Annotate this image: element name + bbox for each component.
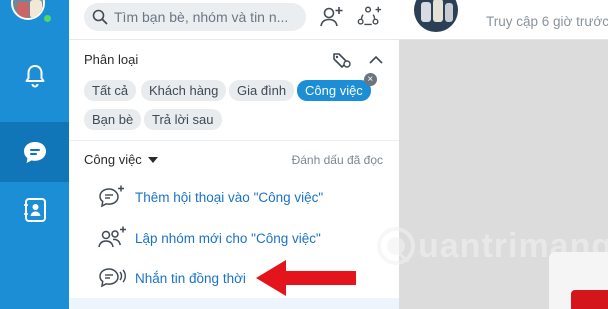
close-icon[interactable]: × bbox=[363, 73, 377, 86]
nav-notifications[interactable] bbox=[0, 46, 69, 106]
contacts-book-icon bbox=[23, 198, 46, 222]
chip-reply-later[interactable]: Trả lời sau bbox=[144, 109, 222, 130]
chip-work-label: Công việc bbox=[305, 83, 363, 98]
collapse-categories-button[interactable] bbox=[365, 49, 387, 71]
list-bottom-strip bbox=[69, 298, 399, 309]
add-friend-icon bbox=[320, 7, 343, 27]
chip-family[interactable]: Gia đình bbox=[229, 80, 295, 101]
watermark-logo-icon bbox=[377, 227, 415, 265]
search-box[interactable] bbox=[84, 3, 306, 31]
nav-messages[interactable] bbox=[0, 122, 69, 182]
add-conversation-action[interactable]: Thêm hội thoại vào "Công việc" bbox=[97, 183, 323, 211]
search-bar-area bbox=[69, 0, 399, 40]
group-add-icon bbox=[98, 226, 126, 248]
chat-image-thumbnail[interactable] bbox=[549, 252, 608, 309]
create-group-action[interactable]: Lập nhóm mới cho "Công việc" bbox=[97, 224, 321, 252]
broadcast-message-label: Nhắn tin đồng thời bbox=[135, 270, 246, 286]
section-title: Công việc bbox=[84, 152, 142, 167]
chat-header: Truy cập 6 giờ trước bbox=[399, 0, 608, 40]
left-nav-rail bbox=[0, 0, 69, 309]
create-group-button[interactable] bbox=[356, 5, 382, 29]
online-status-dot bbox=[43, 14, 52, 23]
add-friend-button[interactable] bbox=[319, 5, 345, 29]
chat-avatar[interactable] bbox=[414, 0, 458, 32]
section-divider bbox=[69, 140, 399, 141]
chevron-up-icon bbox=[369, 55, 383, 64]
broadcast-message-action[interactable]: Nhắn tin đồng thời bbox=[97, 264, 246, 292]
search-input[interactable] bbox=[114, 9, 304, 25]
create-group-icon bbox=[357, 6, 382, 26]
bell-icon bbox=[25, 65, 44, 88]
chip-all[interactable]: Tất cả bbox=[84, 80, 137, 101]
create-group-label: Lập nhóm mới cho "Công việc" bbox=[135, 230, 321, 246]
broadcast-message-icon bbox=[99, 268, 126, 288]
chip-friends[interactable]: Bạn bè bbox=[84, 109, 142, 130]
manage-tags-button[interactable] bbox=[331, 49, 353, 71]
red-arrow-annotation bbox=[256, 260, 356, 296]
user-avatar[interactable] bbox=[11, 0, 45, 20]
mark-as-read-link[interactable]: Đánh dấu đã đọc bbox=[292, 153, 383, 167]
tag-settings-icon bbox=[333, 53, 351, 68]
chat-bubble-icon bbox=[23, 142, 46, 163]
message-plus-icon bbox=[99, 185, 124, 208]
search-icon bbox=[92, 9, 108, 25]
category-header: Phân loại bbox=[84, 52, 139, 67]
section-dropdown[interactable]: Công việc bbox=[84, 152, 158, 167]
caret-down-icon bbox=[147, 156, 158, 163]
last-seen-status: Truy cập 6 giờ trước bbox=[486, 14, 608, 29]
nav-contacts[interactable] bbox=[0, 180, 69, 240]
chip-work[interactable]: Công việc × bbox=[297, 73, 377, 101]
add-conversation-label: Thêm hội thoại vào "Công việc" bbox=[135, 189, 324, 205]
chip-customers[interactable]: Khách hàng bbox=[141, 80, 227, 101]
